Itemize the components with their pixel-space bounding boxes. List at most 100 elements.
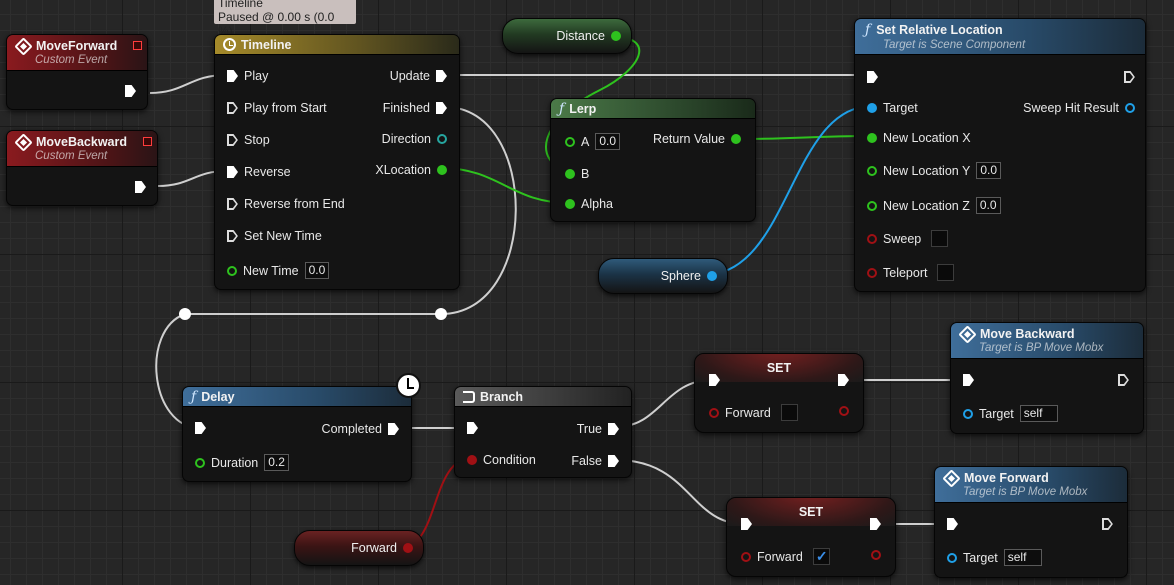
moveforward-event-node[interactable]: MoveForward Custom Event bbox=[6, 34, 148, 110]
move-forward-call-node[interactable]: Move Forward Target is BP Move Mobx Targ… bbox=[934, 466, 1128, 578]
exec-out-pin[interactable] bbox=[870, 518, 881, 530]
new-location-z-field[interactable]: 0.0 bbox=[975, 197, 1001, 214]
set-forward-true-node[interactable]: SET Forward bbox=[726, 497, 896, 577]
target-pin[interactable]: Target self bbox=[947, 549, 1042, 566]
duration-field[interactable]: 0.2 bbox=[264, 454, 289, 471]
teleport-pin[interactable]: Teleport bbox=[867, 264, 955, 281]
teleport-checkbox[interactable] bbox=[937, 264, 955, 281]
exec-out-pin[interactable] bbox=[1102, 518, 1113, 530]
forward-pin[interactable]: Forward bbox=[709, 404, 798, 421]
true-pin[interactable]: True bbox=[577, 422, 619, 436]
pin-label: Sweep bbox=[883, 231, 922, 246]
exec-icon bbox=[227, 102, 238, 114]
exec-icon bbox=[870, 518, 881, 530]
exec-in-pin[interactable] bbox=[467, 422, 478, 434]
target-field[interactable]: self bbox=[1003, 549, 1042, 566]
sweep-hit-result-pin[interactable]: Sweep Hit Result bbox=[1023, 101, 1135, 115]
exec-out-pin[interactable] bbox=[1118, 374, 1129, 386]
exec-icon bbox=[388, 423, 399, 435]
new-time-pin[interactable]: New Time 0.0 bbox=[227, 262, 330, 279]
sweep-pin[interactable]: Sweep bbox=[867, 230, 949, 247]
bool-pin-icon bbox=[839, 406, 849, 416]
set-forward-false-node[interactable]: SET Forward bbox=[694, 353, 864, 433]
target-pin[interactable]: Target self bbox=[963, 405, 1058, 422]
node-header: ƒ Set Relative Location Target is Scene C… bbox=[855, 19, 1145, 55]
exec-icon bbox=[436, 70, 447, 82]
exec-out-pin[interactable] bbox=[135, 181, 146, 193]
exec-out-pin[interactable] bbox=[838, 374, 849, 386]
target-field[interactable]: self bbox=[1019, 405, 1058, 422]
xlocation-pin[interactable]: XLocation bbox=[375, 163, 447, 177]
exec-in-pin[interactable] bbox=[195, 422, 206, 434]
exec-out-pin[interactable] bbox=[1124, 71, 1135, 83]
tooltip-title: Timeline bbox=[218, 0, 263, 10]
a-pin[interactable]: A 0.0 bbox=[565, 133, 621, 150]
new-time-field[interactable]: 0.0 bbox=[304, 262, 330, 279]
forward-pin[interactable]: Forward bbox=[741, 548, 830, 565]
new-location-y-field[interactable]: 0.0 bbox=[976, 162, 1002, 179]
reroute-node[interactable] bbox=[179, 308, 191, 320]
float-pin-icon bbox=[565, 199, 575, 209]
function-icon: ƒ bbox=[191, 388, 197, 405]
movebackward-event-node[interactable]: MoveBackward Custom Event bbox=[6, 130, 158, 206]
new-location-y-pin[interactable]: New Location Y 0.0 bbox=[867, 162, 1002, 179]
reroute-node[interactable] bbox=[435, 308, 447, 320]
move-backward-call-node[interactable]: Move Backward Target is BP Move Mobx Tar… bbox=[950, 322, 1144, 434]
return-value-pin[interactable]: Return Value bbox=[653, 132, 741, 146]
exec-icon bbox=[963, 374, 974, 386]
reverse-from-end-pin[interactable]: Reverse from End bbox=[227, 197, 345, 211]
exec-in-pin[interactable] bbox=[867, 71, 878, 83]
new-location-z-pin[interactable]: New Location Z 0.0 bbox=[867, 197, 1001, 214]
node-header: Timeline bbox=[215, 35, 459, 55]
branch-node[interactable]: Branch Condition True False bbox=[454, 386, 632, 478]
exec-in-pin[interactable] bbox=[947, 518, 958, 530]
forward-out-pin[interactable] bbox=[839, 406, 849, 416]
set-relative-location-node[interactable]: ƒ Set Relative Location Target is Scene C… bbox=[854, 18, 1146, 292]
b-pin[interactable]: B bbox=[565, 167, 589, 181]
float-pin-icon bbox=[867, 133, 877, 143]
condition-pin[interactable]: Condition bbox=[467, 453, 536, 467]
set-new-time-pin[interactable]: Set New Time bbox=[227, 229, 322, 243]
finished-pin[interactable]: Finished bbox=[383, 101, 447, 115]
false-pin[interactable]: False bbox=[571, 454, 619, 468]
target-pin[interactable]: Target bbox=[867, 101, 918, 115]
node-subtitle: Target is Scene Component bbox=[883, 39, 1026, 51]
pin-label: New Location Z bbox=[883, 198, 970, 213]
node-title: Timeline bbox=[241, 37, 292, 52]
timeline-node[interactable]: Timeline Play Play from Start Stop Rever… bbox=[214, 34, 460, 290]
sphere-variable-node[interactable]: Sphere bbox=[598, 258, 728, 294]
delegate-pin-icon[interactable] bbox=[133, 41, 142, 50]
alpha-pin[interactable]: Alpha bbox=[565, 197, 613, 211]
distance-variable-node[interactable]: Distance bbox=[502, 18, 632, 54]
a-field[interactable]: 0.0 bbox=[595, 133, 621, 150]
play-pin[interactable]: Play bbox=[227, 69, 268, 83]
sweep-checkbox[interactable] bbox=[931, 230, 949, 247]
delay-node[interactable]: ƒ Delay Completed Duration 0.2 bbox=[182, 386, 412, 482]
update-pin[interactable]: Update bbox=[390, 69, 447, 83]
float-pin-icon[interactable] bbox=[611, 31, 621, 41]
exec-in-pin[interactable] bbox=[741, 518, 752, 530]
lerp-node[interactable]: ƒ Lerp A 0.0 B Alpha Return Value bbox=[550, 98, 756, 222]
exec-in-pin[interactable] bbox=[709, 374, 720, 386]
bool-pin-icon[interactable] bbox=[403, 543, 413, 553]
forward-variable-node[interactable]: Forward bbox=[294, 530, 424, 566]
exec-icon bbox=[947, 518, 958, 530]
forward-checkbox[interactable] bbox=[812, 548, 830, 565]
float-pin-icon bbox=[731, 134, 741, 144]
direction-pin[interactable]: Direction bbox=[382, 132, 447, 146]
pin-label: Play from Start bbox=[244, 101, 327, 115]
completed-pin[interactable]: Completed bbox=[322, 422, 399, 436]
stop-pin[interactable]: Stop bbox=[227, 133, 270, 147]
new-location-x-pin[interactable]: New Location X bbox=[867, 131, 971, 145]
forward-checkbox[interactable] bbox=[780, 404, 798, 421]
float-pin-icon bbox=[227, 265, 237, 276]
duration-pin[interactable]: Duration 0.2 bbox=[195, 454, 289, 471]
exec-in-pin[interactable] bbox=[963, 374, 974, 386]
float-pin-icon bbox=[867, 165, 877, 176]
reverse-pin[interactable]: Reverse bbox=[227, 165, 291, 179]
play-from-start-pin[interactable]: Play from Start bbox=[227, 101, 327, 115]
forward-out-pin[interactable] bbox=[871, 550, 881, 560]
delegate-pin-icon[interactable] bbox=[143, 137, 152, 146]
object-pin-icon[interactable] bbox=[707, 271, 717, 281]
exec-out-pin[interactable] bbox=[125, 85, 136, 97]
